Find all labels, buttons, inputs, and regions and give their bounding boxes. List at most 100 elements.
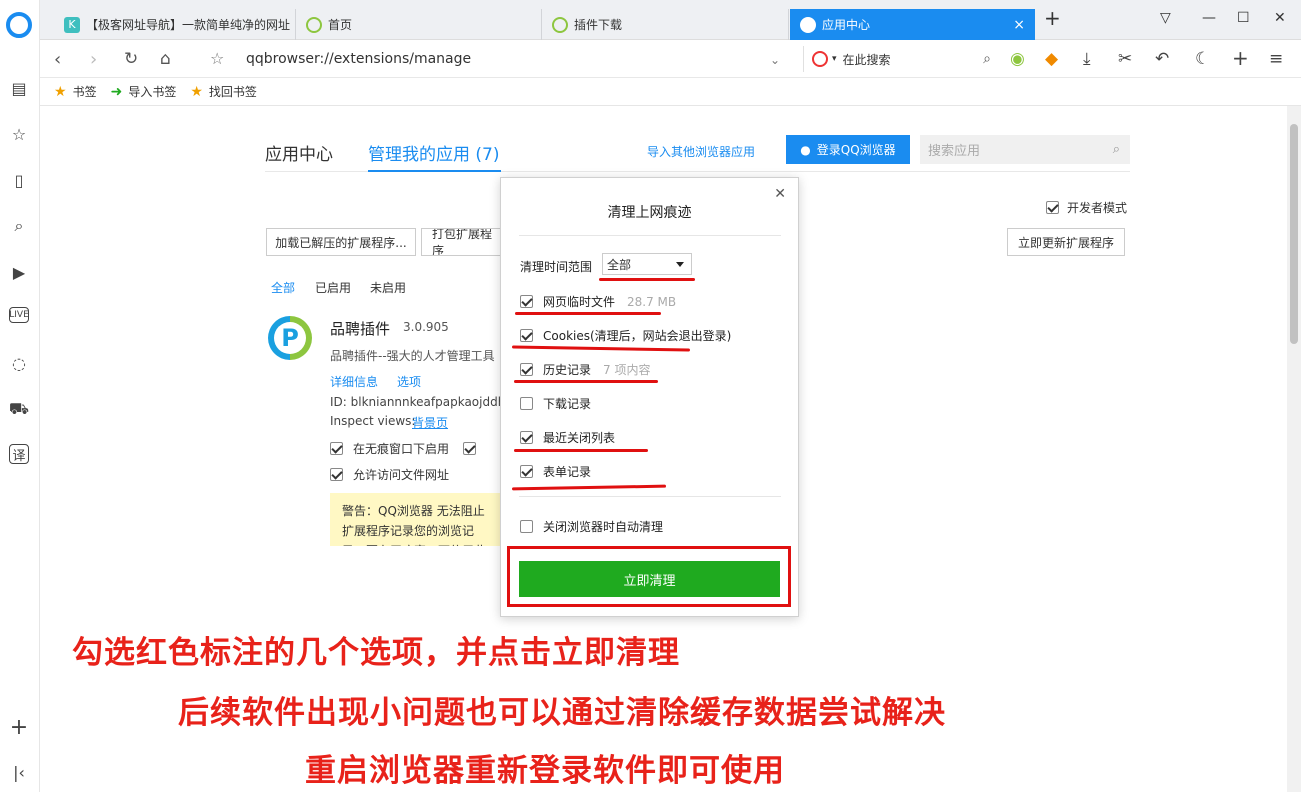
tab-jike[interactable]: K 【极客网址导航】一款简单纯净的网址 bbox=[54, 9, 296, 40]
live-icon[interactable]: LIVE bbox=[9, 307, 29, 323]
file-access-label: 允许访问文件网址 bbox=[353, 468, 450, 482]
login-qq-browser-button[interactable]: ● 登录QQ浏览器 bbox=[786, 135, 910, 164]
menu-icon[interactable]: ≡ bbox=[1269, 49, 1283, 69]
import-icon: ➜ bbox=[110, 83, 123, 100]
incognito-option[interactable]: 在无痕窗口下启用 bbox=[330, 440, 477, 457]
filter-disabled[interactable]: 未启用 bbox=[370, 279, 406, 296]
option-history[interactable]: 历史记录 7 项内容 bbox=[520, 361, 650, 378]
close-icon[interactable]: ✕ bbox=[774, 186, 786, 202]
file-access-option[interactable]: 允许访问文件网址 bbox=[330, 466, 449, 483]
option-temp-files[interactable]: 网页临时文件 28.7 MB bbox=[520, 293, 676, 310]
scissors-icon[interactable]: ✂ bbox=[1118, 49, 1132, 69]
pack-extension-button[interactable]: 打包扩展程序 bbox=[421, 228, 501, 256]
option-downloads[interactable]: 下载记录 bbox=[520, 395, 591, 412]
annotation-underline bbox=[515, 312, 661, 315]
bookmark-star-icon[interactable]: ☆ bbox=[210, 49, 224, 68]
app-search-input[interactable]: 搜索应用 ⌕ bbox=[920, 135, 1130, 164]
filter-all[interactable]: 全部 bbox=[271, 279, 295, 296]
checkbox[interactable] bbox=[520, 465, 533, 478]
url-input[interactable]: qqbrowser://extensions/manage bbox=[246, 51, 471, 67]
developer-mode-toggle[interactable]: 开发者模式 bbox=[1046, 199, 1127, 216]
maximize-icon[interactable]: ☐ bbox=[1237, 10, 1250, 26]
close-icon[interactable]: × bbox=[1013, 17, 1025, 33]
scrollbar[interactable] bbox=[1287, 106, 1301, 792]
option-label: 关闭浏览器时自动清理 bbox=[543, 520, 664, 534]
bookmark-item[interactable]: ★ 书签 bbox=[54, 83, 97, 100]
filter-enabled[interactable]: 已启用 bbox=[315, 279, 351, 296]
option-label: 表单记录 bbox=[543, 465, 592, 479]
window-close-icon[interactable]: ✕ bbox=[1274, 10, 1286, 26]
checkbox[interactable] bbox=[520, 397, 533, 410]
back-icon[interactable]: ‹ bbox=[54, 49, 61, 70]
chat-icon[interactable]: ◌ bbox=[8, 352, 30, 374]
search-icon[interactable]: ⌕ bbox=[8, 215, 30, 237]
scrollbar-thumb[interactable] bbox=[1290, 124, 1298, 344]
collapse-sidebar-icon[interactable]: |‹ bbox=[8, 761, 30, 783]
incognito-warning: 警告：QQ浏览器 无法阻止扩展程序记录您的浏览记录。要在无痕窗口下停用此扩展程序 bbox=[330, 493, 500, 546]
option-form-data[interactable]: 表单记录 bbox=[520, 463, 591, 480]
extension-description: 品聘插件--强大的人才管理工具 bbox=[330, 349, 495, 363]
game-icon[interactable]: ◆ bbox=[1045, 49, 1058, 69]
cart-icon[interactable]: ⛟ bbox=[8, 398, 30, 420]
recover-bookmarks-item[interactable]: ★ 找回书签 bbox=[190, 83, 257, 100]
file-access-checkbox[interactable] bbox=[330, 468, 343, 481]
search-box[interactable]: ▾ 在此搜索 ⌕ bbox=[803, 46, 999, 72]
load-unpacked-button[interactable]: 加载已解压的扩展程序... bbox=[266, 228, 416, 256]
url-dropdown-icon[interactable]: ⌄ bbox=[770, 53, 780, 67]
search-placeholder: 在此搜索 bbox=[842, 52, 891, 67]
translate-icon[interactable]: 译 bbox=[9, 444, 29, 464]
new-tab-icon[interactable]: + bbox=[1044, 6, 1061, 30]
import-other-browser-link[interactable]: 导入其他浏览器应用 bbox=[647, 143, 755, 160]
checkbox[interactable] bbox=[520, 431, 533, 444]
undo-icon[interactable]: ↶ bbox=[1155, 49, 1169, 69]
second-checkbox[interactable] bbox=[463, 442, 477, 455]
time-range-select[interactable]: 全部 bbox=[602, 253, 692, 275]
tab-app-center[interactable]: 应用中心 × bbox=[790, 9, 1035, 40]
tab-home[interactable]: 首页 bbox=[296, 9, 542, 40]
checkbox[interactable] bbox=[520, 520, 533, 533]
video-icon[interactable]: ▶ bbox=[8, 261, 30, 283]
star-icon[interactable]: ☆ bbox=[8, 123, 30, 145]
minimize-icon[interactable]: — bbox=[1202, 10, 1216, 26]
night-mode-icon[interactable]: ☾ bbox=[1195, 49, 1210, 69]
add-icon[interactable]: + bbox=[8, 715, 30, 740]
tab-label: 【极客网址导航】一款简单纯净的网址 bbox=[86, 18, 291, 32]
book-icon[interactable]: ▯ bbox=[8, 169, 30, 191]
option-auto-clean[interactable]: 关闭浏览器时自动清理 bbox=[520, 518, 663, 535]
incognito-checkbox[interactable] bbox=[330, 442, 343, 455]
home-icon[interactable]: ⌂ bbox=[160, 49, 171, 69]
tab-app-center-page[interactable]: 应用中心 bbox=[265, 140, 333, 165]
pinpin-favicon-icon bbox=[552, 16, 568, 33]
option-recently-closed[interactable]: 最近关闭列表 bbox=[520, 429, 615, 446]
time-range-label: 清理时间范围 bbox=[520, 260, 593, 274]
option-cookies[interactable]: Cookies(清理后，网站会退出登录) bbox=[520, 327, 731, 344]
import-bookmarks-item[interactable]: ➜ 导入书签 bbox=[111, 83, 177, 100]
bookmarks-bar: ★ 书签 ➜ 导入书签 ★ 找回书签 bbox=[40, 78, 1301, 106]
details-link[interactable]: 详细信息 bbox=[330, 373, 378, 390]
pinpin-extension-logo-icon bbox=[268, 316, 312, 360]
tab-label: 应用中心 bbox=[822, 18, 871, 32]
news-icon[interactable]: ▤ bbox=[8, 77, 30, 99]
chevron-down-icon[interactable]: ▾ bbox=[832, 54, 837, 64]
add-icon[interactable]: + bbox=[1232, 46, 1249, 70]
qq-browser-logo-icon[interactable] bbox=[6, 12, 32, 38]
refresh-icon[interactable]: ↻ bbox=[124, 49, 138, 69]
checkbox[interactable] bbox=[520, 363, 533, 376]
checkbox[interactable] bbox=[520, 329, 533, 342]
checkbox[interactable] bbox=[520, 295, 533, 308]
update-extensions-button[interactable]: 立即更新扩展程序 bbox=[1007, 228, 1125, 256]
pinpin-extension-icon[interactable]: ◉ bbox=[1010, 49, 1025, 69]
login-label: 登录QQ浏览器 bbox=[816, 143, 896, 157]
option-label: 最近关闭列表 bbox=[543, 431, 616, 445]
search-icon[interactable]: ⌕ bbox=[983, 51, 991, 67]
tab-manage-apps[interactable]: 管理我的应用 (7) bbox=[368, 140, 499, 165]
developer-mode-checkbox[interactable] bbox=[1046, 201, 1059, 214]
download-icon[interactable]: ⤓ bbox=[1083, 49, 1091, 69]
options-link[interactable]: 选项 bbox=[397, 373, 421, 390]
forward-icon[interactable]: › bbox=[90, 49, 97, 70]
option-note: 7 项内容 bbox=[603, 363, 651, 377]
background-page-link[interactable]: 背景页 bbox=[412, 414, 448, 431]
option-label: Cookies(清理后，网站会退出登录) bbox=[543, 329, 732, 343]
skin-icon[interactable]: ▽ bbox=[1160, 10, 1171, 26]
tab-plugin-download[interactable]: 插件下载 bbox=[542, 9, 789, 40]
